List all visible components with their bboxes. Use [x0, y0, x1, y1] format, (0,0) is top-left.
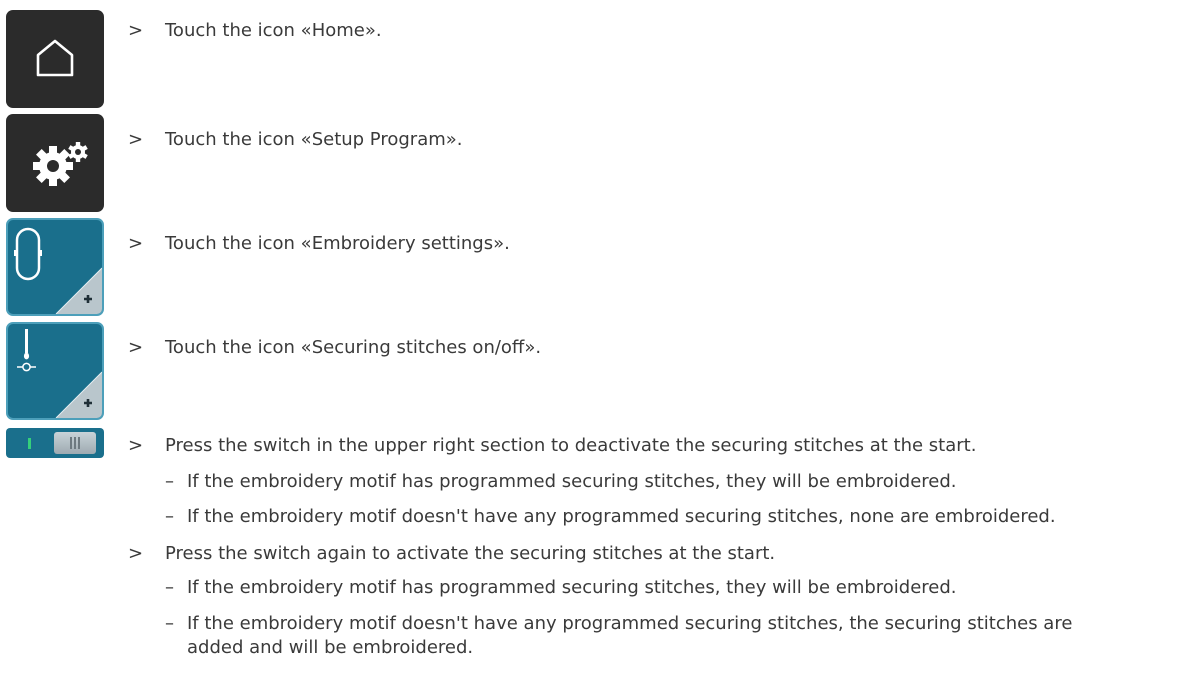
- securing-switch-icon[interactable]: [6, 428, 104, 458]
- step-1: > Touch the icon «Home».: [128, 20, 382, 41]
- setup-program-icon[interactable]: [6, 114, 104, 212]
- step-5-sub-2: – If the embroidery motif doesn't have an…: [165, 506, 1056, 527]
- switch-knob[interactable]: [54, 432, 96, 454]
- switch-on-indicator: [28, 438, 31, 449]
- step-2-text: Touch the icon «Setup Program».: [165, 129, 463, 150]
- embroidery-settings-icon[interactable]: [6, 218, 104, 316]
- step-6-sub-2-line2: added and will be embroidered.: [187, 637, 474, 658]
- securing-stitches-icon[interactable]: [6, 322, 104, 420]
- step-2: > Touch the icon «Setup Program».: [128, 129, 463, 150]
- step-1-text: Touch the icon «Home».: [165, 20, 382, 41]
- step-6-sub-1-text: If the embroidery motif has programmed s…: [187, 577, 957, 598]
- step-5-sub-1: – If the embroidery motif has programmed …: [165, 471, 957, 492]
- step-5-sub-1-text: If the embroidery motif has programmed s…: [187, 471, 957, 492]
- step-6-sub-1: – If the embroidery motif has programmed …: [165, 577, 957, 598]
- step-4-text: Touch the icon «Securing stitches on/off…: [165, 337, 542, 358]
- step-6-text: Press the switch again to activate the s…: [165, 543, 776, 564]
- step-6: > Press the switch again to activate the …: [128, 543, 776, 564]
- step-3: > Touch the icon «Embroidery settings».: [128, 233, 510, 254]
- step-5: > Press the switch in the upper right sec…: [128, 435, 977, 456]
- step-6-sub-2-line1: If the embroidery motif doesn't have any…: [187, 613, 1073, 634]
- step-3-text: Touch the icon «Embroidery settings».: [165, 233, 510, 254]
- home-icon[interactable]: [6, 10, 104, 108]
- step-5-text: Press the switch in the upper right sect…: [165, 435, 977, 456]
- step-5-sub-2-text: If the embroidery motif doesn't have any…: [187, 506, 1056, 527]
- step-6-sub-2: – If the embroidery motif doesn't have an…: [165, 612, 1195, 660]
- step-4: > Touch the icon «Securing stitches on/of…: [128, 337, 542, 358]
